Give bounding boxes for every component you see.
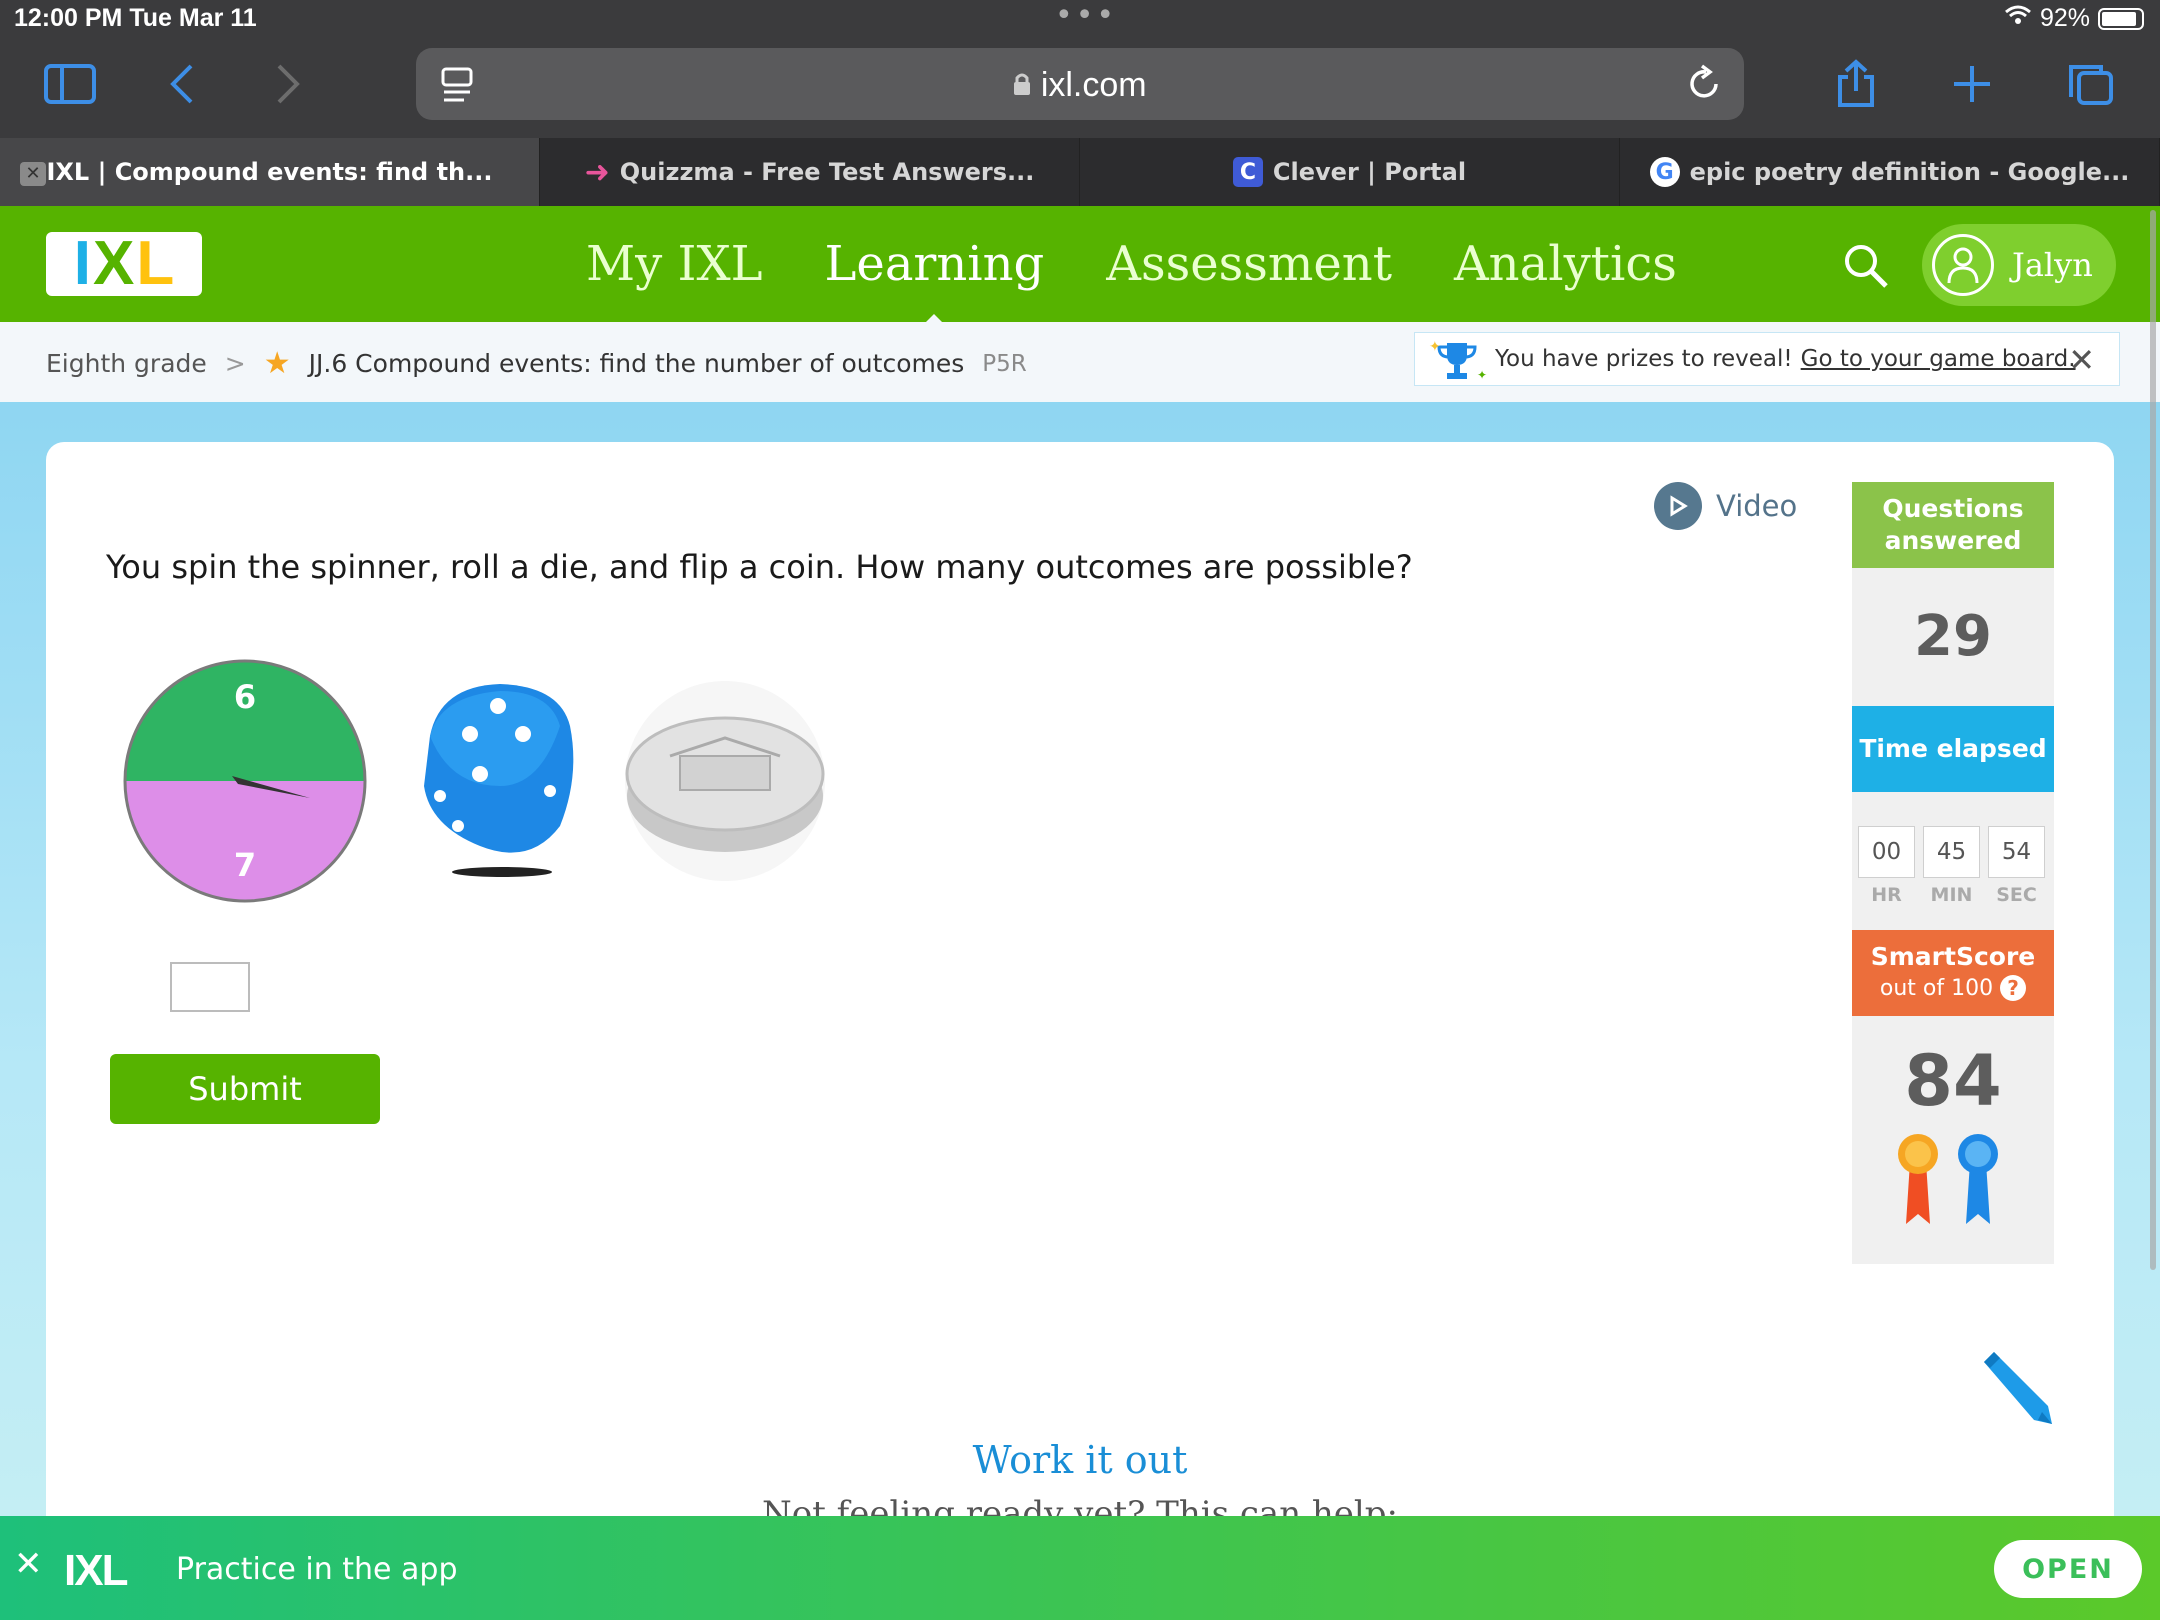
close-banner-icon[interactable]: ✕ [14, 1544, 43, 1584]
search-icon[interactable] [1842, 242, 1890, 294]
arrow-favicon-icon: ➜ [584, 154, 610, 190]
breadcrumb-grade[interactable]: Eighth grade [46, 349, 207, 378]
user-menu-button[interactable]: Jalyn [1922, 224, 2116, 306]
breadcrumb-bar: Eighth grade > ★ JJ.6 Compound events: f… [0, 322, 2160, 402]
submit-button[interactable]: Submit [110, 1054, 380, 1124]
trophy-icon: ✦ ✦ [1425, 337, 1489, 389]
breadcrumb: Eighth grade > ★ JJ.6 Compound events: f… [46, 346, 1027, 381]
sidebar-toggle-icon[interactable] [40, 58, 100, 110]
breadcrumb-skill: JJ.6 Compound events: find the number of… [308, 349, 965, 378]
question-figures: 6 7 [120, 650, 840, 910]
smartscore-value: 84 [1904, 1040, 2002, 1122]
spinner-label-top: 6 [234, 678, 256, 716]
game-board-link[interactable]: Go to your game board. [1801, 346, 2076, 372]
spinner-image: 6 7 [123, 659, 367, 903]
smartscore-panel: 84 [1852, 1016, 2054, 1264]
die-image [424, 684, 574, 877]
clever-favicon-icon: C [1232, 157, 1263, 187]
questions-answered-header: Questions answered [1852, 482, 2054, 568]
award-ribbons-icon [1898, 1134, 1998, 1224]
question-text: You spin the spinner, roll a die, and fl… [106, 548, 1413, 586]
lock-icon [1013, 66, 1040, 104]
browser-toolbar: ixl.com [0, 40, 2160, 138]
user-name: Jalyn [2012, 246, 2093, 284]
tab-overview-icon[interactable] [2060, 58, 2120, 110]
battery-icon [2098, 7, 2144, 30]
nav-analytics[interactable]: Analytics [1454, 236, 1677, 292]
time-elapsed-panel: 00 45 54 HR MIN SEC [1852, 792, 2054, 930]
tab-bar: ✕ IXL | Compound events: find th... ➜ Qu… [0, 138, 2160, 206]
close-tab-icon[interactable]: ✕ [20, 162, 46, 186]
reload-icon[interactable] [1686, 64, 1722, 108]
address-bar[interactable]: ixl.com [416, 48, 1744, 120]
timer-min-label: MIN [1930, 884, 1973, 906]
timer-minutes: 45 [1923, 826, 1980, 878]
ixl-header: IXL My IXL Learning Assessment Analytics… [0, 206, 2160, 328]
new-tab-icon[interactable] [1942, 58, 2002, 110]
tab-google[interactable]: G epic poetry definition - Google... [1620, 138, 2160, 206]
skill-code: P5R [982, 350, 1027, 377]
wifi-icon [2004, 4, 2032, 33]
smartscore-title: SmartScore [1870, 942, 2036, 971]
back-icon[interactable] [152, 58, 212, 110]
nav-assessment[interactable]: Assessment [1106, 236, 1392, 292]
spinner-label-bottom: 7 [234, 846, 256, 884]
smartscore-subtitle: out of 100 ? [1852, 973, 2054, 1005]
time-elapsed-header: Time elapsed [1852, 706, 2054, 792]
svg-text:✦: ✦ [1429, 339, 1441, 355]
timer-seconds: 54 [1988, 826, 2045, 878]
share-icon[interactable] [1826, 58, 1886, 110]
app-banner: ✕ IXL Practice in the app OPEN [0, 1516, 2160, 1620]
pencil-icon[interactable] [1976, 1348, 2056, 1432]
google-favicon-icon: G [1649, 157, 1680, 187]
scrollbar[interactable] [2150, 210, 2156, 1270]
play-icon [1654, 482, 1702, 530]
answer-input[interactable] [170, 962, 250, 1012]
close-icon[interactable]: ✕ [2068, 341, 2095, 379]
banner-ixl-logo: IXL [64, 1546, 128, 1595]
star-icon: ★ [263, 346, 291, 381]
tab-ixl[interactable]: ✕ IXL | Compound events: find th... [0, 138, 540, 206]
avatar-icon [1932, 234, 1994, 296]
practice-card [46, 442, 2114, 1582]
questions-answered-count: 29 [1852, 568, 2054, 706]
timer-hours: 00 [1858, 826, 1915, 878]
tab-quizzma[interactable]: ➜ Quizzma - Free Test Answers... [540, 138, 1080, 206]
video-button[interactable]: Video [1654, 482, 1797, 530]
work-it-out-title: Work it out [972, 1438, 1188, 1482]
status-right: 92% [2004, 4, 2144, 33]
help-icon[interactable]: ? [2000, 975, 2027, 1001]
open-app-button[interactable]: OPEN [1994, 1540, 2142, 1598]
coin-image [625, 681, 825, 881]
url-text[interactable]: ixl.com [416, 66, 1744, 105]
main-nav: My IXL Learning Assessment Analytics [586, 236, 1677, 328]
ixl-logo[interactable]: IXL [46, 232, 202, 296]
timer-units: HR MIN SEC [1858, 884, 2045, 906]
multitasking-dots-icon[interactable]: ••• [1055, 0, 1117, 33]
prize-text: You have prizes to reveal! [1495, 346, 1793, 372]
timer-sec-label: SEC [1996, 884, 2037, 906]
timer-hr-label: HR [1871, 884, 1902, 906]
status-bar: 12:00 PM Tue Mar 11 ••• 92% [0, 0, 2160, 40]
timer: 00 45 54 [1858, 826, 2045, 878]
status-time: 12:00 PM Tue Mar 11 [14, 4, 257, 32]
battery-percent: 92% [2039, 4, 2090, 32]
smartscore-header: SmartScore out of 100 ? [1852, 930, 2054, 1016]
nav-my-ixl[interactable]: My IXL [586, 236, 763, 292]
banner-text: Practice in the app [176, 1552, 458, 1587]
svg-text:✦: ✦ [1477, 368, 1487, 382]
prize-notification: ✦ ✦ You have prizes to reveal! Go to your… [1414, 332, 2120, 386]
chevron-right-icon: > [224, 349, 246, 378]
forward-icon[interactable] [258, 58, 318, 110]
tab-clever[interactable]: C Clever | Portal [1080, 138, 1620, 206]
nav-learning[interactable]: Learning [825, 236, 1044, 328]
